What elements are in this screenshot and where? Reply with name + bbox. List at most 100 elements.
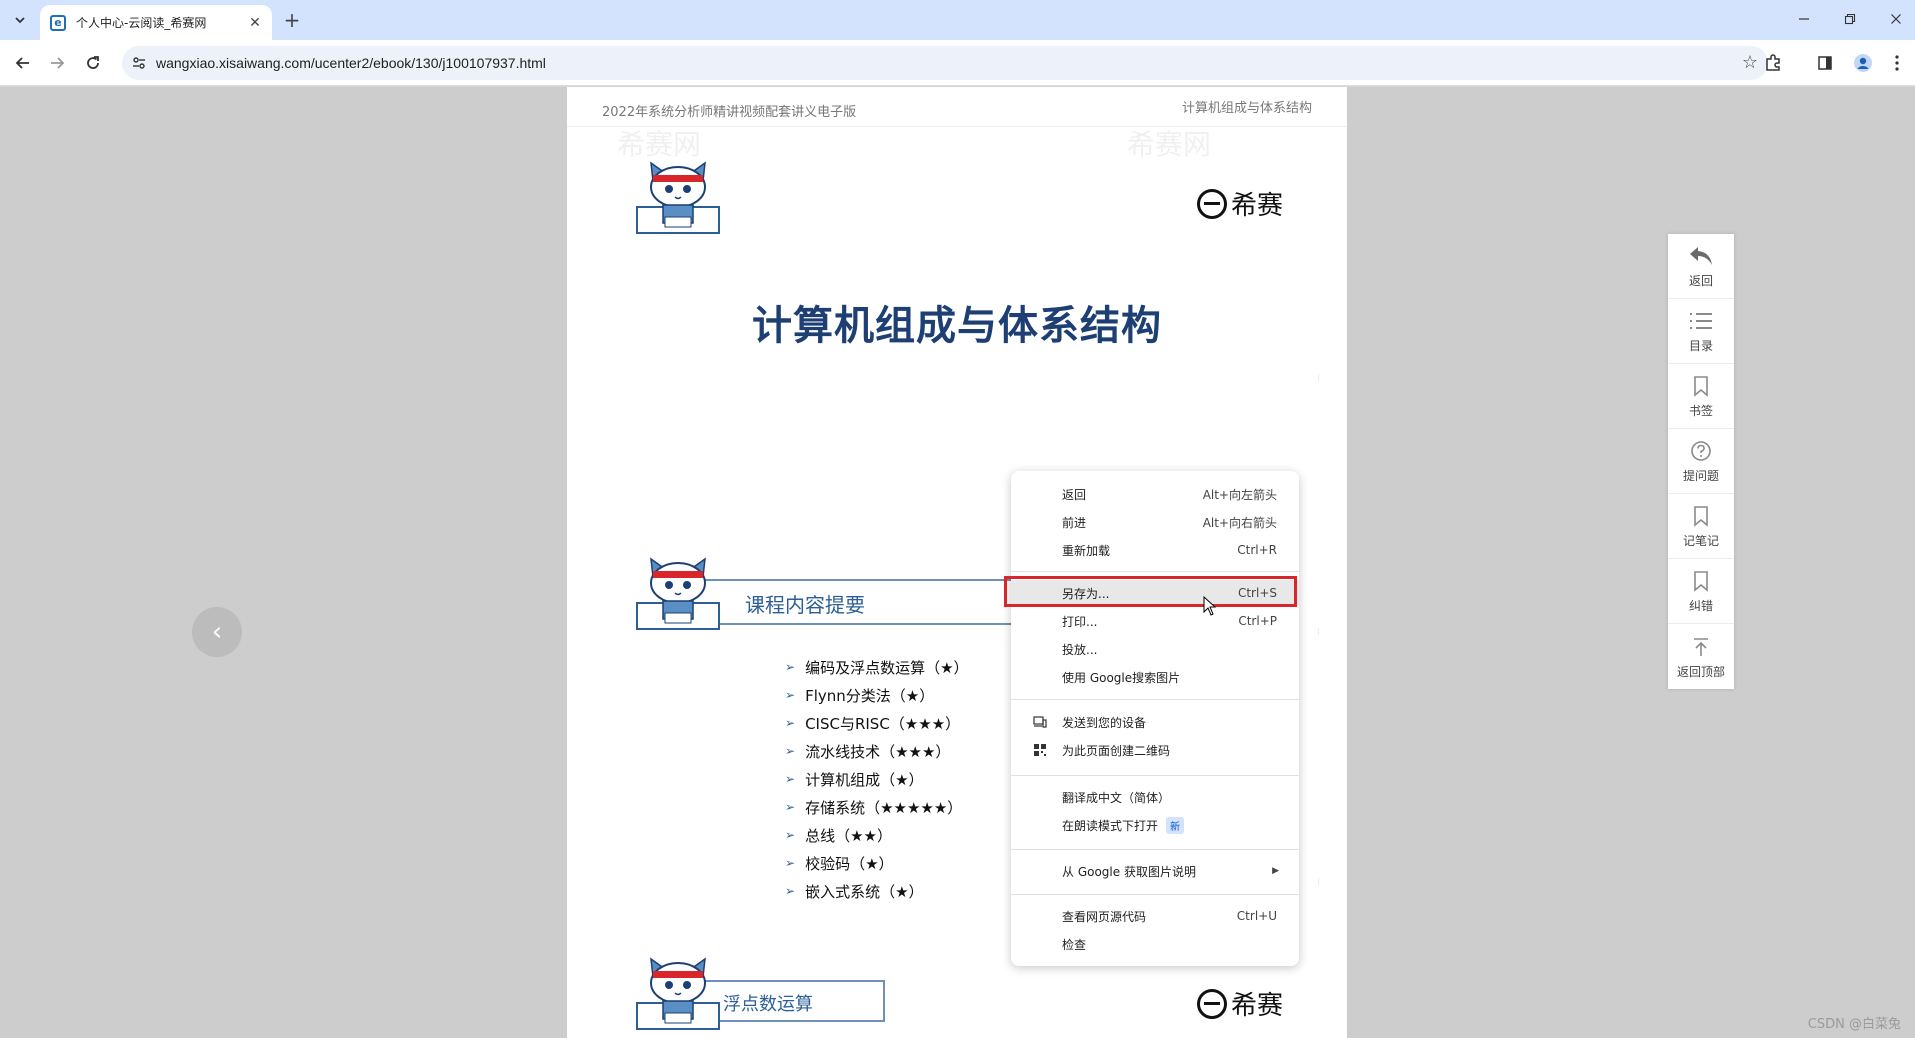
menu-button[interactable] — [1884, 50, 1910, 76]
bullet-arrow-icon: ➢ — [785, 744, 796, 758]
xisai-logo: 希赛 — [1197, 185, 1283, 222]
tab-search-button[interactable] — [8, 8, 32, 32]
tab-strip: e 个人中心-云阅读_希赛网 ✕ + — [0, 0, 1915, 40]
address-bar[interactable]: wangxiao.xisaiwang.com/ucenter2/ebook/13… — [122, 46, 1768, 80]
ctx-cast[interactable]: 投放... — [1011, 636, 1299, 662]
side-item-note[interactable]: 记笔记 — [1668, 494, 1734, 559]
ctx-inspect[interactable]: 检查 — [1011, 931, 1299, 957]
site-info-icon[interactable] — [130, 54, 148, 72]
mascot-cat-icon — [636, 557, 720, 630]
toc-list: ➢ 编码及浮点数运算（★） ➢ Flynn分类法（★） ➢ CISC与RISC（★★★… — [785, 653, 969, 905]
toc-item: ➢ 总线（★★） — [785, 826, 892, 845]
xisai-logo: 希赛 — [1197, 985, 1283, 1022]
prev-page-button[interactable]: ‹ — [192, 607, 242, 657]
side-item-toc[interactable]: 目录 — [1668, 299, 1734, 364]
ctx-reload[interactable]: 重新加载 Ctrl+R — [1011, 537, 1299, 563]
ctx-qr-code[interactable]: 为此页面创建二维码 — [1011, 737, 1299, 763]
reload-button[interactable] — [80, 50, 106, 76]
side-item-to-top[interactable]: 返回顶部 — [1668, 624, 1734, 689]
bookmark-star-icon[interactable]: ☆ — [1742, 52, 1758, 73]
url-text: wangxiao.xisaiwang.com/ucenter2/ebook/13… — [156, 55, 546, 71]
new-tab-button[interactable]: + — [280, 8, 304, 32]
brand-name: 希赛 — [1231, 191, 1284, 221]
menu-divider — [1011, 775, 1299, 776]
bullet-arrow-icon: ➢ — [785, 856, 796, 870]
xisai-logo-mark-icon — [1197, 988, 1227, 1019]
toc-item: ➢ 嵌入式系统（★） — [785, 882, 924, 901]
browser-tab[interactable]: e 个人中心-云阅读_希赛网 ✕ — [40, 5, 272, 40]
page-edge-marks: ⁞ — [1317, 627, 1321, 638]
ctx-view-source[interactable]: 查看网页源代码 Ctrl+U — [1011, 903, 1299, 929]
minimize-button[interactable] — [1786, 6, 1822, 32]
csdn-watermark: CSDN @白菜兔 — [1807, 1017, 1901, 1032]
side-item-ask[interactable]: 提问题 — [1668, 429, 1734, 494]
ctx-send-to-devices[interactable]: 发送到您的设备 — [1011, 709, 1299, 735]
bookmark-icon — [1686, 373, 1716, 399]
reader-tool-panel: 返回 目录 书签 提问题 记笔记 纠错 返回顶部 — [1668, 234, 1734, 689]
bullet-arrow-icon: ➢ — [785, 660, 796, 674]
side-panel-icon — [1818, 56, 1832, 70]
arrow-right-icon — [51, 57, 65, 69]
minimize-icon — [1799, 18, 1809, 20]
section-title: 课程内容提要 — [745, 593, 865, 617]
browser-toolbar: wangxiao.xisaiwang.com/ucenter2/ebook/13… — [0, 40, 1915, 86]
mascot-cat-icon — [636, 957, 720, 1030]
ctx-reading-mode[interactable]: 在朗读模式下打开新 — [1011, 812, 1299, 838]
ctx-google-image-description[interactable]: 从 Google 获取图片说明 ▶ — [1011, 858, 1299, 884]
puzzle-icon — [1766, 54, 1780, 71]
xisai-logo-mark-icon — [1197, 188, 1227, 219]
tab-title: 个人中心-云阅读_希赛网 — [76, 16, 207, 30]
close-window-button[interactable] — [1878, 6, 1914, 32]
side-item-back[interactable]: 返回 — [1668, 234, 1734, 299]
extensions-button[interactable] — [1760, 50, 1786, 76]
bullet-arrow-icon: ➢ — [785, 772, 796, 786]
close-icon — [1891, 14, 1901, 24]
ctx-translate[interactable]: 翻译成中文（简体） — [1011, 784, 1299, 810]
reload-icon — [87, 56, 99, 69]
tab-close-icon[interactable]: ✕ — [246, 14, 264, 32]
toc-item: ➢ 存储系统（★★★★★） — [785, 798, 963, 817]
context-menu: 返回 Alt+向左箭头 前进 Alt+向右箭头 重新加载 Ctrl+R 另存为.… — [1011, 471, 1299, 966]
header-book-title: 2022年系统分析师精讲视频配套讲义电子版 — [602, 105, 857, 120]
toc-item: ➢ Flynn分类法（★） — [785, 686, 935, 705]
question-icon — [1686, 438, 1716, 464]
page-edge-marks: ⁞ — [1317, 373, 1321, 384]
menu-divider — [1011, 894, 1299, 895]
more-vert-icon — [1895, 55, 1899, 71]
devices-icon — [1033, 715, 1047, 729]
chevron-left-icon: ‹ — [211, 617, 223, 647]
page-title: 计算机组成与体系结构 — [752, 303, 1162, 349]
toc-item: ➢ 计算机组成（★） — [785, 770, 924, 789]
restore-button[interactable] — [1832, 6, 1868, 32]
page-viewport: ‹ › 2022年系统分析师精讲视频配套讲义电子版 计算机组成与体系结构 希赛网… — [0, 87, 1915, 1038]
side-item-report-error[interactable]: 纠错 — [1668, 559, 1734, 624]
toc-item: ➢ 编码及浮点数运算（★） — [785, 658, 969, 677]
mascot-cat-icon — [636, 161, 720, 234]
forward-button[interactable] — [44, 50, 70, 76]
toc-item: ➢ 流水线技术（★★★） — [785, 742, 951, 761]
flag-icon — [1686, 568, 1716, 594]
mouse-cursor-icon — [1203, 596, 1217, 616]
ctx-forward[interactable]: 前进 Alt+向右箭头 — [1011, 509, 1299, 535]
brand-name: 希赛 — [1231, 991, 1284, 1021]
chevron-down-icon — [15, 17, 25, 24]
submenu-arrow-icon: ▶ — [1272, 866, 1279, 876]
side-panel-button[interactable] — [1812, 50, 1838, 76]
menu-divider — [1011, 849, 1299, 850]
site-favicon-icon: e — [50, 14, 66, 31]
back-button[interactable] — [10, 50, 36, 76]
ctx-print[interactable]: 打印... Ctrl+P — [1011, 608, 1299, 634]
note-icon — [1686, 503, 1716, 529]
arrow-left-icon — [15, 57, 29, 69]
watermark: 希赛网 — [1127, 128, 1212, 161]
ctx-back[interactable]: 返回 Alt+向左箭头 — [1011, 481, 1299, 507]
toc-item: ➢ 校验码（★） — [785, 854, 894, 873]
side-item-bookmark[interactable]: 书签 — [1668, 364, 1734, 429]
bullet-arrow-icon: ➢ — [785, 828, 796, 842]
bullet-arrow-icon: ➢ — [785, 800, 796, 814]
page-header: 2022年系统分析师精讲视频配套讲义电子版 计算机组成与体系结构 — [567, 87, 1347, 127]
profile-button[interactable] — [1850, 50, 1876, 76]
avatar-icon — [1854, 54, 1872, 72]
toc-item: ➢ CISC与RISC（★★★） — [785, 714, 961, 733]
ctx-google-image-search[interactable]: 使用 Google搜索图片 — [1011, 664, 1299, 690]
